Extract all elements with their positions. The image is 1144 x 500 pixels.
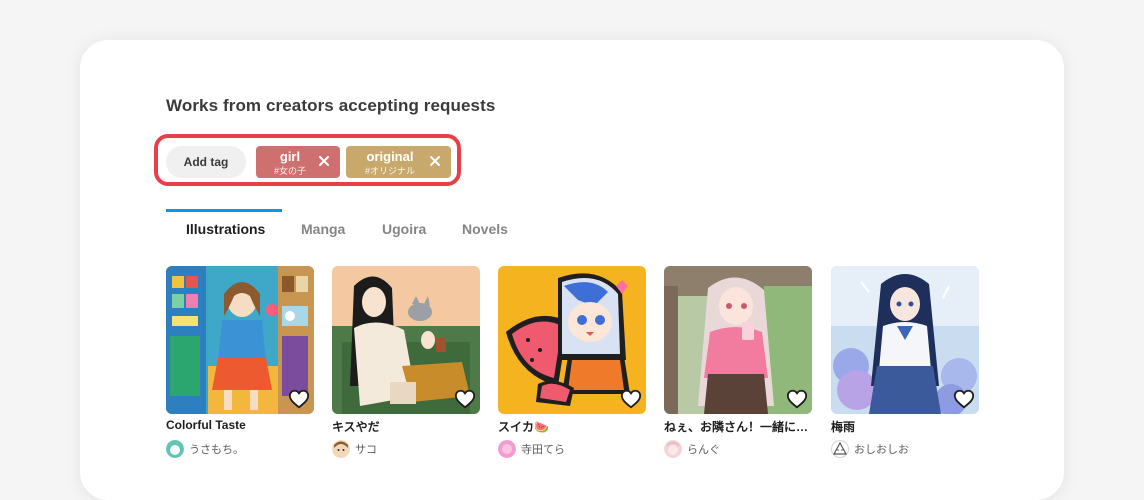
author-name: サコ xyxy=(355,444,377,456)
tag-chip-translation: #オリジナル xyxy=(364,166,415,176)
work-title[interactable]: ねぇ、お隣さん！一緒に買い物行こっ！ xyxy=(664,418,812,435)
tag-chip-translation: #女の子 xyxy=(273,166,306,176)
like-heart-icon[interactable] xyxy=(953,388,975,410)
work-title[interactable]: Colorful Taste xyxy=(166,418,314,432)
work-author[interactable]: うさもち。 xyxy=(166,440,314,458)
like-heart-icon[interactable] xyxy=(620,388,642,410)
tag-chip-label: girl xyxy=(279,149,301,164)
recommended-works-card: Works from creators accepting requests A… xyxy=(80,40,1064,500)
author-name: らんぐ xyxy=(687,444,720,456)
tag-chip-original[interactable]: original #オリジナル xyxy=(346,146,451,178)
avatar xyxy=(498,440,516,458)
author-name: うさもち。 xyxy=(189,444,244,456)
tab-manga[interactable]: Manga xyxy=(301,209,345,237)
work-title[interactable]: スイカ🍉 xyxy=(498,418,646,435)
avatar xyxy=(332,440,350,458)
tab-ugoira[interactable]: Ugoira xyxy=(382,209,426,237)
tab-illustrations[interactable]: Illustrations xyxy=(186,209,265,237)
author-name: おしおしお xyxy=(854,444,909,456)
author-name: 寺田てら xyxy=(521,444,565,456)
avatar xyxy=(664,440,682,458)
tab-novels[interactable]: Novels xyxy=(462,209,508,237)
add-tag-button[interactable]: Add tag xyxy=(166,146,246,178)
avatar xyxy=(831,440,849,458)
remove-tag-icon[interactable] xyxy=(428,154,442,168)
like-heart-icon[interactable] xyxy=(454,388,476,410)
work-author[interactable]: 寺田てら xyxy=(498,440,646,458)
work-author[interactable]: おしおしお xyxy=(831,440,979,458)
section-title: Works from creators accepting requests xyxy=(166,96,496,115)
like-heart-icon[interactable] xyxy=(288,388,310,410)
like-heart-icon[interactable] xyxy=(786,388,808,410)
remove-tag-icon[interactable] xyxy=(317,154,331,168)
avatar xyxy=(166,440,184,458)
work-author[interactable]: らんぐ xyxy=(664,440,812,458)
tag-chip-girl[interactable]: girl #女の子 xyxy=(256,146,340,178)
work-title[interactable]: 梅雨 xyxy=(831,418,979,435)
work-title[interactable]: キスやだ xyxy=(332,418,480,435)
work-author[interactable]: サコ xyxy=(332,440,480,458)
tag-chip-label: original xyxy=(366,149,414,164)
